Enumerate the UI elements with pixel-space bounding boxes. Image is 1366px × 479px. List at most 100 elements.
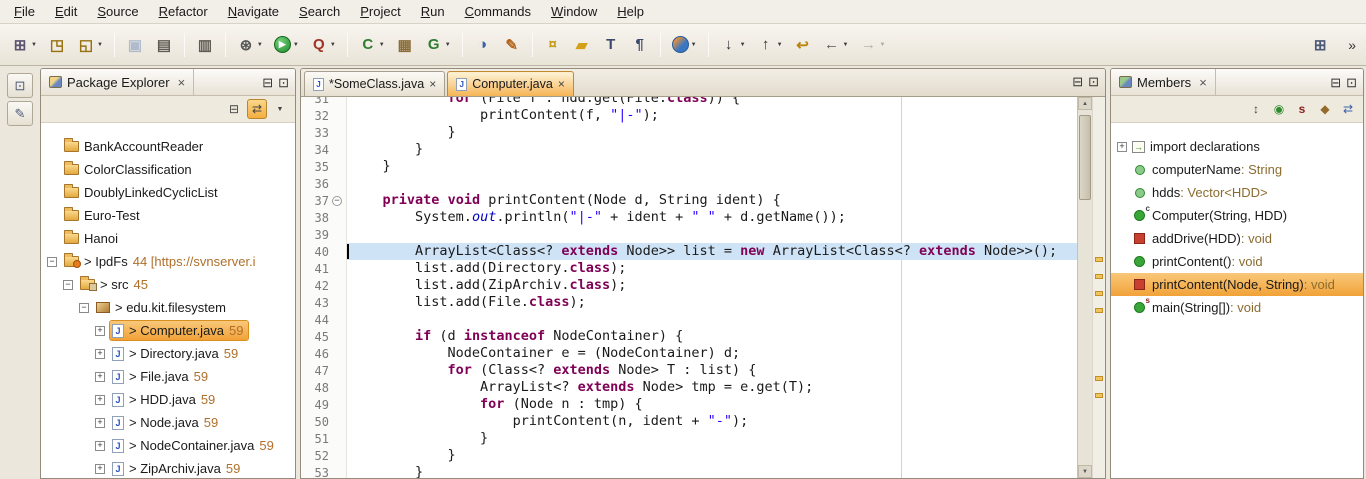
editor-scrollbar[interactable]: ▲ ▼ [1077, 97, 1092, 478]
last-edit-location-button[interactable]: ↩ [789, 31, 817, 59]
occurrence-marker[interactable] [1095, 291, 1103, 296]
save-button[interactable]: ▣ [121, 31, 149, 59]
code-line-52[interactable]: } [347, 447, 1077, 464]
new-menu-button[interactable]: ◱▼ [72, 31, 108, 59]
code-line-49[interactable]: for (Node n : tmp) { [347, 396, 1077, 413]
collapse-icon[interactable]: − [79, 303, 89, 313]
web-browser-button[interactable]: ▼ [667, 31, 702, 59]
editor-tab-computer-java[interactable]: JComputer.java× [447, 71, 574, 96]
member-import-declarations[interactable]: +→import declarations [1111, 135, 1363, 158]
menu-refactor[interactable]: Refactor [149, 1, 218, 22]
expand-icon[interactable]: + [1117, 142, 1127, 152]
tree-item-directory-java[interactable]: +J> Directory.java59 [41, 342, 295, 365]
code-line-46[interactable]: NodeContainer e = (NodeContainer) d; [347, 345, 1077, 362]
expand-icon[interactable]: + [95, 418, 105, 428]
collapse-all-button[interactable]: ⊟ [224, 99, 244, 119]
code-line-41[interactable]: list.add(Directory.class); [347, 260, 1077, 277]
occurrence-marker[interactable] [1095, 257, 1103, 262]
code-line-32[interactable]: printContent(f, "|-"); [347, 107, 1077, 124]
tree-item-hdd-java[interactable]: +J> HDD.java59 [41, 388, 295, 411]
hide-static-button[interactable]: s [1292, 99, 1312, 119]
menu-project[interactable]: Project [350, 1, 410, 22]
code-line-39[interactable] [347, 226, 1077, 243]
menu-run[interactable]: Run [411, 1, 455, 22]
print-button[interactable]: ▤ [150, 31, 178, 59]
view-menu-button[interactable]: ▼ [270, 99, 290, 119]
tree-item-hanoi[interactable]: Hanoi [41, 227, 295, 250]
maximize-icon[interactable]: ⊡ [278, 76, 289, 89]
menu-edit[interactable]: Edit [45, 1, 87, 22]
mark-occurrences-button[interactable]: ▰ [568, 31, 596, 59]
tree-item-computer-java[interactable]: +J> Computer.java59 [41, 319, 295, 342]
occurrence-marker[interactable] [1095, 393, 1103, 398]
close-icon[interactable]: × [1199, 76, 1207, 89]
hide-nonpublic-button[interactable]: ◆ [1315, 99, 1335, 119]
code-line-48[interactable]: ArrayList<? extends Node> tmp = e.get(T)… [347, 379, 1077, 396]
restore-view-button[interactable]: ⊡ [7, 73, 33, 98]
close-icon[interactable]: × [429, 78, 436, 90]
open-type-button[interactable]: ◑ [469, 31, 497, 59]
code-area[interactable]: for (File f : hdd.get(File.class)) { pri… [347, 97, 1077, 478]
scrollbar-thumb[interactable] [1079, 115, 1091, 200]
external-tools-button[interactable]: ⊛▼ [232, 31, 268, 59]
tree-item-ziparchiv-java[interactable]: +J> ZipArchiv.java59 [41, 457, 295, 478]
format-button[interactable]: ✎ [498, 31, 526, 59]
code-line-36[interactable] [347, 175, 1077, 192]
code-line-33[interactable]: } [347, 124, 1077, 141]
fold-collapse-icon[interactable]: − [332, 196, 342, 206]
code-line-43[interactable]: list.add(File.class); [347, 294, 1077, 311]
show-selected-element-button[interactable]: T [597, 31, 625, 59]
run-button[interactable]: ▶▼ [269, 31, 304, 59]
occurrence-marker[interactable] [1095, 274, 1103, 279]
coverage-button[interactable]: Q▼ [305, 31, 341, 59]
tree-item-euro-test[interactable]: Euro-Test [41, 204, 295, 227]
maximize-icon[interactable]: ⊡ [1346, 76, 1357, 89]
close-icon[interactable]: × [558, 78, 565, 90]
previous-annotation-button[interactable]: ↑▼ [752, 31, 788, 59]
member-main-string[interactable]: smain(String[]) : void [1111, 296, 1363, 319]
back-button[interactable]: ←▼ [818, 31, 854, 59]
code-line-35[interactable]: } [347, 158, 1077, 175]
tree-item-src[interactable]: −> src45 [41, 273, 295, 296]
code-line-34[interactable]: } [347, 141, 1077, 158]
tree-item-node-java[interactable]: +J> Node.java59 [41, 411, 295, 434]
search-button[interactable]: ¤ [539, 31, 567, 59]
link-members-button[interactable]: ⇄ [1338, 99, 1358, 119]
link-with-editor-button[interactable]: ⇄ [247, 99, 267, 119]
menu-help[interactable]: Help [607, 1, 654, 22]
expand-icon[interactable]: + [95, 441, 105, 451]
expand-icon[interactable]: + [95, 395, 105, 405]
expand-icon[interactable]: + [95, 464, 105, 474]
tree-item-doublylinkedcycliclist[interactable]: DoublyLinkedCyclicList [41, 181, 295, 204]
code-line-31[interactable]: for (File f : hdd.get(File.class)) { [347, 97, 1077, 107]
generate-button[interactable]: G▼ [420, 31, 456, 59]
code-line-47[interactable]: for (Class<? extends Node> T : list) { [347, 362, 1077, 379]
package-explorer-tab[interactable]: Package Explorer × [41, 69, 194, 95]
minimize-icon[interactable]: ⊟ [1330, 76, 1341, 89]
tree-item-edu-kit-filesystem[interactable]: −> edu.kit.filesystem [41, 296, 295, 319]
toolbar-overflow-button[interactable]: » [1344, 37, 1360, 53]
member-computername[interactable]: computerName : String [1111, 158, 1363, 181]
tree-item-ipdfs[interactable]: −> IpdFs44 [https://svnserver.i [41, 250, 295, 273]
code-line-51[interactable]: } [347, 430, 1077, 447]
tree-item-bankaccountreader[interactable]: BankAccountReader [41, 135, 295, 158]
tree-item-nodecontainer-java[interactable]: +J> NodeContainer.java59 [41, 434, 295, 457]
expand-icon[interactable]: + [95, 349, 105, 359]
overview-ruler[interactable] [1092, 97, 1105, 478]
member-printcontent[interactable]: printContent() : void [1111, 250, 1363, 273]
code-line-42[interactable]: list.add(ZipArchiv.class); [347, 277, 1077, 294]
tree-item-colorclassification[interactable]: ColorClassification [41, 158, 295, 181]
code-line-37[interactable]: private void printContent(Node d, String… [347, 192, 1077, 209]
collapse-icon[interactable]: − [47, 257, 57, 267]
new-package-button[interactable]: ▦ [391, 31, 419, 59]
menu-source[interactable]: Source [87, 1, 148, 22]
collapse-icon[interactable]: − [63, 280, 73, 290]
member-printcontent-node-string[interactable]: printContent(Node, String) : void [1111, 273, 1363, 296]
open-perspective-button[interactable]: ⊞ [1306, 31, 1334, 59]
occurrence-marker[interactable] [1095, 376, 1103, 381]
editor-tab-someclass-java[interactable]: J*SomeClass.java× [304, 71, 445, 96]
member-adddrive-hdd[interactable]: addDrive(HDD) : void [1111, 227, 1363, 250]
menu-navigate[interactable]: Navigate [218, 1, 289, 22]
hide-fields-button[interactable]: ◉ [1269, 99, 1289, 119]
members-tab[interactable]: Members × [1111, 69, 1216, 95]
